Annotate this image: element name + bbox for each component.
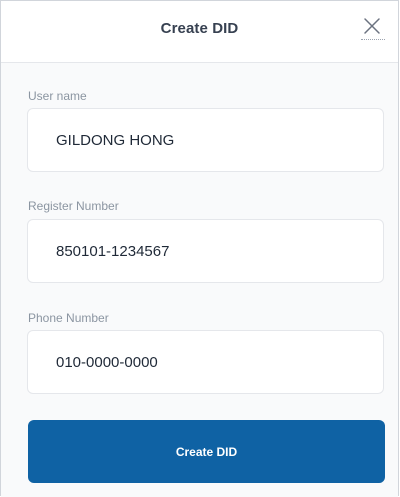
phone-number-field[interactable] xyxy=(27,330,384,394)
user-name-field[interactable] xyxy=(27,108,384,172)
register-number-input[interactable] xyxy=(56,220,356,282)
create-did-dialog: Create DID User name Register Number Pho… xyxy=(0,0,399,497)
create-did-button[interactable]: Create DID xyxy=(28,420,385,483)
dialog-title: Create DID xyxy=(160,20,239,37)
user-name-label: User name xyxy=(28,89,87,103)
register-number-label: Register Number xyxy=(28,199,119,213)
register-number-field[interactable] xyxy=(27,219,384,283)
user-name-input[interactable] xyxy=(56,109,356,171)
phone-number-label: Phone Number xyxy=(28,311,109,325)
close-focus-outline xyxy=(361,39,385,41)
close-button[interactable] xyxy=(358,15,386,43)
phone-number-input[interactable] xyxy=(56,331,356,393)
dialog-header: Create DID xyxy=(1,1,398,63)
